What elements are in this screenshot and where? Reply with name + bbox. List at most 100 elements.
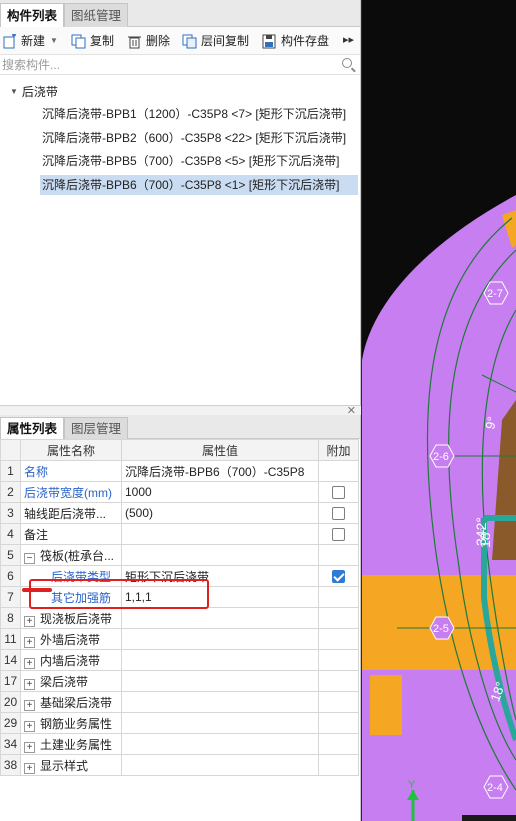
property-row[interactable]: 8 + 现浇板后浇带 [0,607,359,629]
property-value[interactable]: 沉降后浇带-BPB6（700）-C35P8 [121,460,319,482]
extra-checkbox[interactable] [332,570,345,584]
extra-checkbox[interactable] [332,507,345,521]
expand-icon[interactable]: + [24,615,35,627]
property-name-label: 显示样式 [40,758,89,773]
extra-checkbox[interactable] [332,528,345,542]
property-name-label: 现浇板后浇带 [40,611,113,626]
dark-rod [462,815,516,821]
property-extra [318,670,359,692]
property-name-label: 外墙后浇带 [40,632,101,647]
tab-layer-management[interactable]: 图层管理 [64,417,129,439]
panel-splitter[interactable]: ✕ [0,405,361,417]
tree-item-bpb5[interactable]: 沉降后浇带-BPB5（700）-C35P8 <5> [矩形下沉后浇带] [40,151,341,171]
expand-icon[interactable]: + [24,762,35,774]
property-value[interactable] [121,691,319,713]
floor-copy-button[interactable]: 层间复制 [182,32,249,50]
property-row[interactable]: 17 + 梁后浇带 [0,670,359,692]
property-row[interactable]: 20 + 基础梁后浇带 [0,691,359,713]
expand-icon[interactable]: + [24,699,35,711]
collapse-icon[interactable]: − [24,552,35,564]
property-name-label: 后浇带宽度(mm) [24,485,112,500]
property-value[interactable] [121,628,319,650]
property-name: + 土建业务属性 [20,733,122,755]
toolbar-more-icon[interactable]: ▸▸ [343,33,354,46]
delete-button[interactable]: 删除 [127,32,170,50]
property-value[interactable]: 1000 [121,481,319,503]
copy-button[interactable]: 复制 [71,32,114,50]
property-row[interactable]: 2 后浇带宽度(mm) 1000 [0,481,359,503]
property-extra [318,544,359,566]
copy-icon [71,34,86,49]
property-row[interactable]: 38 + 显示样式 [0,754,359,776]
tree-item-bpb1[interactable]: 沉降后浇带-BPB1（1200）-C35P8 <7> [矩形下沉后浇带] [40,104,348,124]
property-value[interactable] [121,523,319,545]
property-value[interactable] [121,733,319,755]
expand-icon[interactable]: + [24,657,35,669]
tab-property-list[interactable]: 属性列表 [0,417,65,439]
expand-icon[interactable]: + [24,678,35,690]
search-input[interactable] [0,55,330,74]
property-name: + 显示样式 [20,754,122,776]
property-name-label: 梁后浇带 [40,674,89,689]
drawing-svg: 2-7 2-6 2-5 2-4 9° 342° 18° 18° Y [362,195,516,821]
property-extra [318,754,359,776]
property-name-label: 轴线距后浇带... [24,506,107,521]
property-row[interactable]: 11 + 外墙后浇带 [0,628,359,650]
property-value[interactable] [121,754,319,776]
tree-root-label: 后浇带 [21,85,58,99]
property-extra [318,565,359,587]
property-row[interactable]: 14 + 内墙后浇带 [0,649,359,671]
property-name-label: 土建业务属性 [40,737,113,752]
property-name: + 现浇板后浇带 [20,607,122,629]
property-name-label: 筏板(桩承台... [40,548,114,563]
new-dropdown-icon[interactable]: ▼ [50,32,58,50]
save-component-button[interactable]: 构件存盘 [262,32,329,50]
row-number: 20 [0,691,21,713]
row-number: 1 [0,460,21,482]
search-icon[interactable] [342,58,352,68]
row-number: 2 [0,481,21,503]
expand-icon[interactable]: + [24,741,35,753]
property-extra [318,481,359,503]
row-number: 17 [0,670,21,692]
new-button[interactable]: 新建 ▼ [2,32,58,50]
new-icon [2,32,17,49]
property-value[interactable] [121,544,319,566]
property-name: + 外墙后浇带 [20,628,122,650]
property-extra [318,502,359,524]
expand-icon[interactable]: + [24,636,35,648]
property-name-label: 内墙后浇带 [40,653,101,668]
property-row[interactable]: 3 轴线距后浇带... (500) [0,502,359,524]
tab-component-list[interactable]: 构件列表 [0,3,65,28]
property-name: 备注 [20,523,122,545]
property-value[interactable] [121,649,319,671]
property-row[interactable]: 4 备注 [0,523,359,545]
row-number: 14 [0,649,21,671]
tab-drawing-management[interactable]: 图纸管理 [64,3,129,27]
property-row[interactable]: 34 + 土建业务属性 [0,733,359,755]
row-number: 4 [0,523,21,545]
orange-band-lower [370,675,402,735]
row-number: 3 [0,502,21,524]
property-row[interactable]: 29 + 钢筋业务属性 [0,712,359,734]
drawing-canvas[interactable]: 2-7 2-6 2-5 2-4 9° 342° 18° 18° Y [362,0,516,821]
property-value[interactable] [121,712,319,734]
tree-item-bpb2[interactable]: 沉降后浇带-BPB2（600）-C35P8 <22> [矩形下沉后浇带] [40,128,348,148]
collapse-icon[interactable]: ▼ [10,87,18,96]
property-header-row: 属性名称 属性值 附加 [0,439,359,461]
tree-item-bpb6[interactable]: 沉降后浇带-BPB6（700）-C35P8 <1> [矩形下沉后浇带] [40,175,358,195]
property-name: 后浇带宽度(mm) [20,481,122,503]
property-extra [318,712,359,734]
property-name: − 筏板(桩承台... [20,544,122,566]
property-name: + 内墙后浇带 [20,649,122,671]
property-value[interactable]: (500) [121,502,319,524]
property-value[interactable] [121,670,319,692]
extra-checkbox[interactable] [332,486,345,500]
row-number: 38 [0,754,21,776]
property-row[interactable]: 1 名称 沉降后浇带-BPB6（700）-C35P8 [0,460,359,482]
property-value[interactable] [121,607,319,629]
expand-icon[interactable]: + [24,720,35,732]
tree-root-post-cast-strip[interactable]: ▼ 后浇带 [10,83,58,100]
property-row[interactable]: 5− 筏板(桩承台... [0,544,359,566]
row-number-header [0,439,21,461]
